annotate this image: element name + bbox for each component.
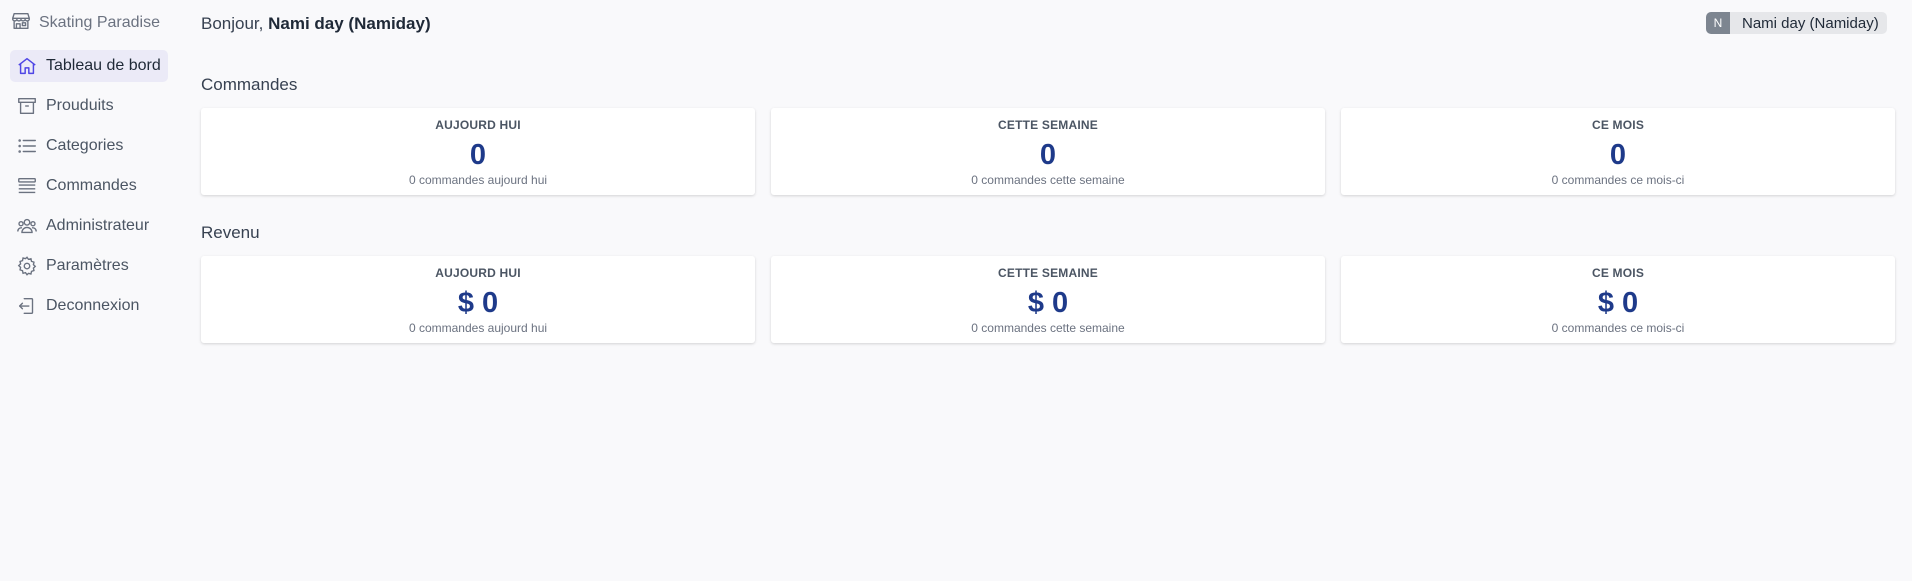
sidebar-item-label: Administrateur [46, 217, 150, 234]
sidebar-item-deconnexion[interactable]: Deconnexion [10, 290, 168, 322]
sidebar-nav: Tableau de bord Prouduits Categories Com… [10, 50, 168, 330]
store-icon [10, 10, 32, 37]
revenu-cards: AUJOURD HUI $ 0 0 commandes aujourd hui … [201, 256, 1895, 343]
sidebar-item-commandes[interactable]: Commandes [10, 170, 168, 202]
stat-label: CETTE SEMAINE [998, 118, 1098, 132]
stat-label: CE MOIS [1591, 118, 1645, 132]
users-icon [16, 215, 38, 237]
stat-value: 0 [469, 139, 487, 171]
greeting-user: Nami day (Namiday) [268, 14, 431, 33]
sidebar-item-label: Categories [46, 137, 124, 154]
gear-icon [16, 255, 38, 277]
stat-subtext: 0 commandes ce mois-ci [1551, 173, 1685, 187]
revenue-card-today: AUJOURD HUI $ 0 0 commandes aujourd hui [201, 256, 755, 343]
sidebar-item-parametres[interactable]: Paramètres [10, 250, 168, 282]
stat-value: $ 0 [457, 287, 499, 319]
stat-label: CETTE SEMAINE [998, 266, 1098, 280]
stat-card-today: AUJOURD HUI 0 0 commandes aujourd hui [201, 108, 755, 195]
logout-icon [16, 295, 38, 317]
stat-subtext: 0 commandes aujourd hui [408, 321, 548, 335]
stack-lines-icon [16, 175, 38, 197]
avatar: N [1706, 12, 1730, 34]
user-chip-name: Nami day (Namiday) [1742, 14, 1879, 32]
sidebar-item-administrateur[interactable]: Administrateur [10, 210, 168, 242]
stat-value: $ 0 [1597, 287, 1639, 319]
list-icon [16, 135, 38, 157]
home-icon [16, 55, 38, 77]
sidebar-item-label: Tableau de bord [46, 57, 161, 74]
stat-subtext: 0 commandes cette semaine [971, 173, 1125, 187]
sidebar-item-prouduits[interactable]: Prouduits [10, 90, 168, 122]
sidebar-item-label: Paramètres [46, 257, 129, 274]
user-menu-button[interactable]: N Nami day (Namiday) [1706, 12, 1887, 34]
brand[interactable]: Skating Paradise [10, 10, 160, 36]
revenue-card-month: CE MOIS $ 0 0 commandes ce mois-ci [1341, 256, 1895, 343]
stat-value: 0 [1039, 139, 1057, 171]
stat-label: AUJOURD HUI [435, 266, 521, 280]
stat-subtext: 0 commandes cette semaine [971, 321, 1125, 335]
stat-card-week: CETTE SEMAINE 0 0 commandes cette semain… [771, 108, 1325, 195]
sidebar-item-label: Deconnexion [46, 297, 140, 314]
greeting: Bonjour, Nami day (Namiday) [201, 14, 431, 34]
stat-subtext: 0 commandes ce mois-ci [1551, 321, 1685, 335]
stat-label: CE MOIS [1591, 266, 1645, 280]
brand-name: Skating Paradise [39, 14, 160, 31]
stat-value: $ 0 [1027, 287, 1069, 319]
stat-subtext: 0 commandes aujourd hui [408, 173, 548, 187]
stat-card-month: CE MOIS 0 0 commandes ce mois-ci [1341, 108, 1895, 195]
revenue-card-week: CETTE SEMAINE $ 0 0 commandes cette sema… [771, 256, 1325, 343]
sidebar-item-categories[interactable]: Categories [10, 130, 168, 162]
commandes-cards: AUJOURD HUI 0 0 commandes aujourd hui CE… [201, 108, 1895, 195]
archive-box-icon [16, 95, 38, 117]
sidebar: Skating Paradise Tableau de bord Proudui… [0, 0, 180, 581]
sidebar-item-tableau-de-bord[interactable]: Tableau de bord [10, 50, 168, 82]
sidebar-item-label: Commandes [46, 177, 137, 194]
section-title-commandes: Commandes [201, 75, 298, 94]
section-title-revenu: Revenu [201, 223, 260, 242]
stat-label: AUJOURD HUI [435, 118, 521, 132]
sidebar-item-label: Prouduits [46, 97, 114, 114]
stat-value: 0 [1609, 139, 1627, 171]
greeting-prefix: Bonjour, [201, 14, 264, 33]
